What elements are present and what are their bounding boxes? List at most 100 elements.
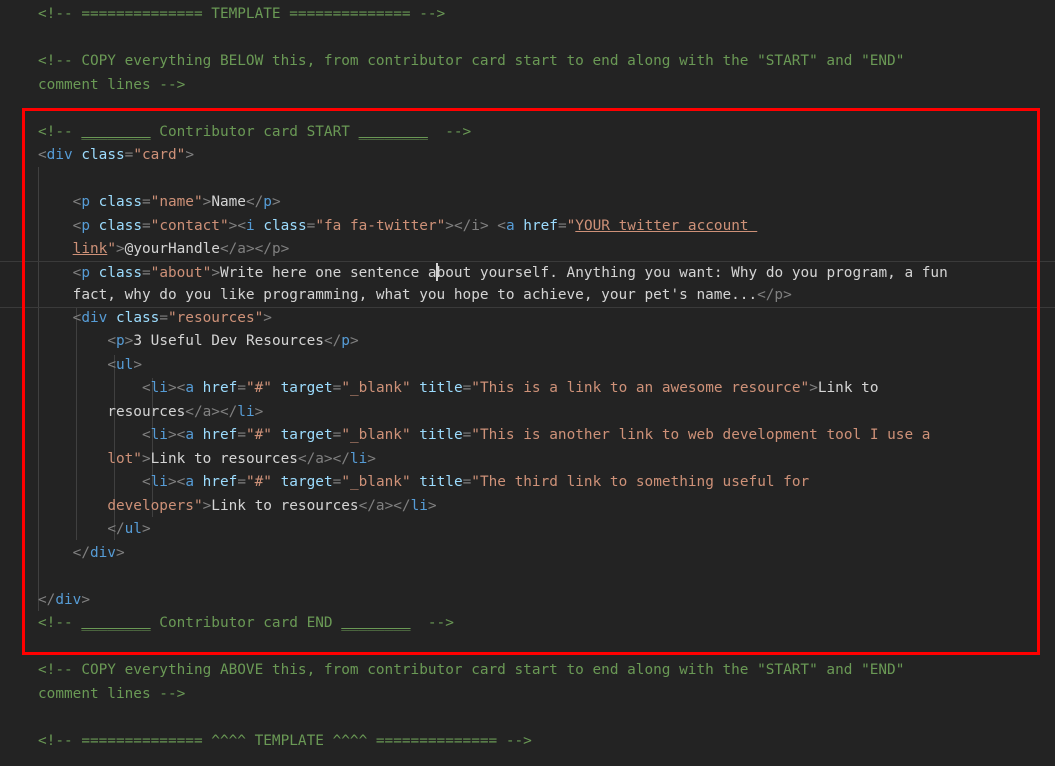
code-line-p-about[interactable]: <p class="about">Write here one sentence… <box>0 260 1055 285</box>
code-line-p-contact-wrap[interactable]: link">@yourHandle</a></p> <box>0 238 1055 262</box>
attribute-name-token: href <box>193 474 238 490</box>
tag-name-token: li <box>150 427 168 443</box>
tag-name-token: div <box>46 147 73 163</box>
href-link-token[interactable]: YOUR twitter account <box>575 218 757 234</box>
code-line-p-contact[interactable]: <p class="contact"><i class="fa fa-twitt… <box>0 215 1055 239</box>
close-tag-token: </p> <box>757 287 792 303</box>
code-line-copy-below[interactable]: <!-- COPY everything BELOW this, from co… <box>0 50 1055 74</box>
code-editor-pane[interactable]: <!-- ============== TEMPLATE ===========… <box>0 0 1055 766</box>
close-bracket-token: </ <box>38 591 56 608</box>
code-line-ul-open[interactable]: <ul> <box>0 354 1055 378</box>
close-tag-token: </a> <box>219 241 255 257</box>
comment-token: <!-- <box>38 615 82 631</box>
attribute-name-token: target <box>271 380 333 396</box>
angle-bracket-token: > <box>167 474 177 490</box>
code-line-ul-close[interactable]: </ul> <box>0 518 1055 542</box>
code-line-li-2[interactable]: <li><a href="#" target="_blank" title="T… <box>0 424 1055 448</box>
indent-token <box>38 451 107 467</box>
code-line-li-3[interactable]: <li><a href="#" target="_blank" title="T… <box>0 471 1055 495</box>
text-content-token: fact, why do you like programming, what … <box>72 287 758 303</box>
code-line-copy-above[interactable]: <!-- COPY everything ABOVE this, from co… <box>0 659 1055 683</box>
indent-token <box>38 218 73 234</box>
code-line-p-name[interactable]: <p class="name">Name</p> <box>0 191 1055 215</box>
text-content-token: Link to resources <box>211 497 359 514</box>
tag-name-token: a <box>185 380 194 396</box>
equals-token: = <box>462 427 472 443</box>
code-line-blank[interactable] <box>0 97 1055 121</box>
angle-bracket-token: > <box>427 497 437 514</box>
code-line-p-resources-heading[interactable]: <p>3 Useful Dev Resources</p> <box>0 330 1055 354</box>
indent-token <box>38 521 107 537</box>
code-line-p-about-wrap[interactable]: fact, why do you like programming, what … <box>0 284 1055 308</box>
attribute-value-token: "The third link to something useful for <box>471 474 810 490</box>
tag-name-token: a <box>185 474 194 490</box>
text-content-token: @yourHandle <box>124 241 220 257</box>
attribute-name-token: title <box>410 380 463 396</box>
indent-token <box>38 265 73 281</box>
angle-bracket-token: > <box>445 217 454 234</box>
angle-bracket-token: > <box>211 264 220 281</box>
angle-bracket-token: < <box>38 147 47 163</box>
angle-bracket-token: > <box>141 450 151 467</box>
attribute-value-token: "_blank" <box>341 474 411 490</box>
comment-token: <!-- <box>38 123 82 140</box>
comment-token: comment lines --> <box>38 685 186 702</box>
text-content-token: Link to resources <box>150 450 298 467</box>
attribute-name-token: href <box>514 217 558 234</box>
comment-underline-token: ________ <box>358 123 428 140</box>
indent-token <box>38 427 142 443</box>
attribute-value-token: "_blank" <box>341 427 411 443</box>
angle-bracket-token: > <box>115 544 125 561</box>
attribute-name-token: class <box>254 217 307 234</box>
angle-bracket-token: < <box>176 474 186 490</box>
indent-token <box>38 333 107 349</box>
code-line-blank[interactable] <box>0 27 1055 51</box>
code-line-blank[interactable] <box>0 636 1055 660</box>
code-line-template-header[interactable]: <!-- ============== TEMPLATE ===========… <box>0 3 1055 27</box>
attribute-value-token: "#" <box>245 474 272 490</box>
code-line-div-resources-close[interactable]: </div> <box>0 542 1055 566</box>
code-line-li-1-wrap[interactable]: resources</a></li> <box>0 401 1055 425</box>
indent-token <box>38 498 107 514</box>
text-content-token: Name <box>211 194 246 210</box>
text-content-token: resources <box>107 403 186 420</box>
code-line-copy-above-wrap[interactable]: comment lines --> <box>0 683 1055 707</box>
code-line-card-end-comment[interactable]: <!-- ________ Contributor card END _____… <box>0 612 1055 636</box>
angle-bracket-token: > <box>81 591 90 608</box>
code-line-blank[interactable] <box>0 168 1055 192</box>
code-line-div-card-open[interactable]: <div class="card"> <box>0 144 1055 168</box>
tag-name-token: div <box>89 544 116 561</box>
tag-name-token: p <box>115 333 125 349</box>
angle-bracket-token: < <box>141 380 151 396</box>
code-line-copy-below-wrap[interactable]: comment lines --> <box>0 74 1055 98</box>
text-content-token: Link to <box>817 380 879 396</box>
code-line-div-resources-open[interactable]: <div class="resources"> <box>0 307 1055 331</box>
angle-bracket-token: < <box>237 217 246 234</box>
code-line-card-start-comment[interactable]: <!-- ________ Contributor card START ___… <box>0 121 1055 145</box>
tag-name-token: ul <box>124 521 142 537</box>
angle-bracket-token: > <box>254 403 264 420</box>
attribute-value-token: "resources" <box>167 309 264 326</box>
attribute-name-token: class <box>90 217 142 234</box>
angle-bracket-token: < <box>176 380 186 396</box>
code-line-template-footer[interactable]: <!-- ============== ^^^^ TEMPLATE ^^^^ =… <box>0 730 1055 754</box>
indent-token <box>38 194 73 210</box>
attribute-name-token: href <box>193 427 238 443</box>
code-line-li-3-wrap[interactable]: developers">Link to resources</a></li> <box>0 495 1055 519</box>
code-line-blank[interactable] <box>0 565 1055 589</box>
close-tag-token: </a> <box>358 497 394 514</box>
close-bracket-token: </ <box>72 544 90 561</box>
code-line-div-card-close[interactable]: </div> <box>0 589 1055 613</box>
equals-token: = <box>557 217 567 234</box>
tag-name-token: p <box>341 333 350 349</box>
indent-token <box>38 404 107 420</box>
angle-bracket-token: < <box>107 333 116 349</box>
attribute-value-token: "fa fa-twitter" <box>315 217 446 234</box>
comment-token: <!-- ============== ^^^^ TEMPLATE ^^^^ =… <box>38 732 532 749</box>
code-line-li-1[interactable]: <li><a href="#" target="_blank" title="T… <box>0 377 1055 401</box>
close-bracket-token: </ <box>219 403 238 420</box>
href-link-token[interactable]: link <box>73 241 108 257</box>
code-line-blank[interactable] <box>0 706 1055 730</box>
attribute-name-token: class <box>90 194 142 210</box>
code-line-li-2-wrap[interactable]: lot">Link to resources</a></li> <box>0 448 1055 472</box>
